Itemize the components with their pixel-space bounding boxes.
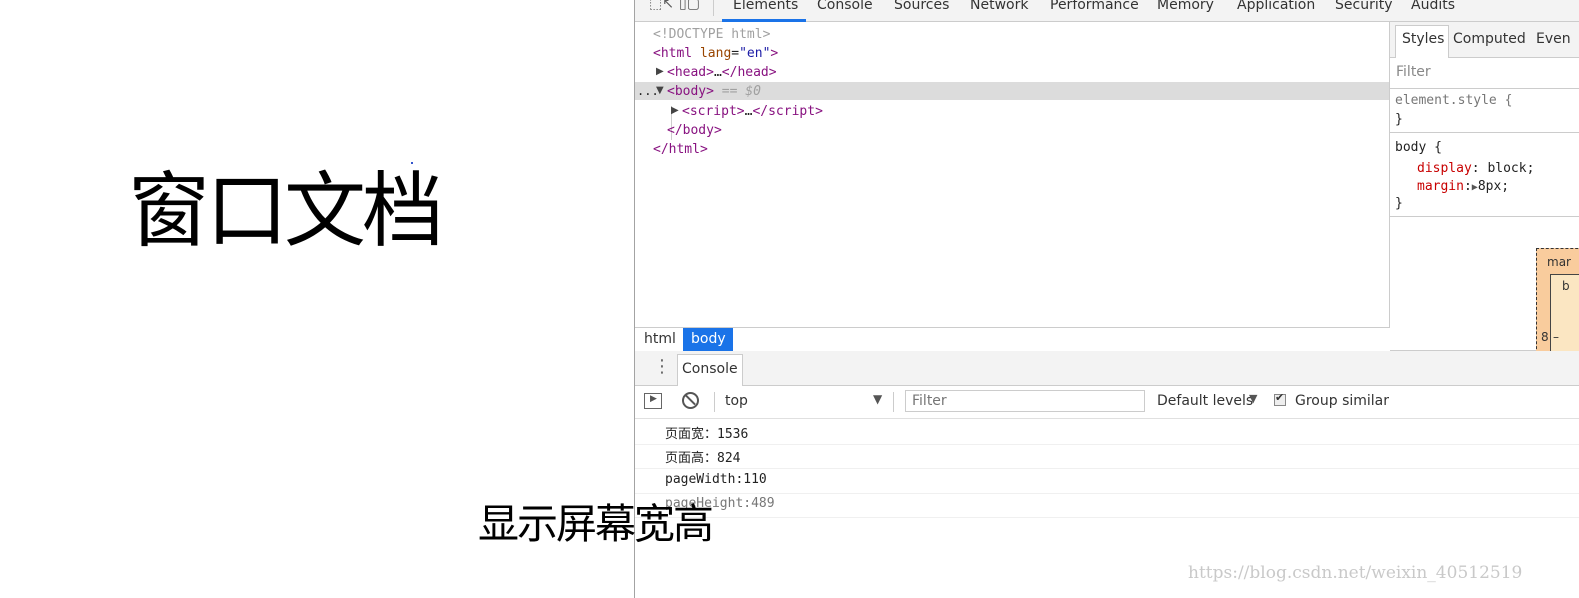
toolbar-divider	[713, 0, 714, 16]
device-toolbar-icon[interactable]: ▯▢	[679, 0, 700, 11]
margin-prop-value: 8px;	[1477, 179, 1510, 194]
console-message-text: 页面高：824	[665, 451, 741, 466]
element-style-close: }	[1395, 112, 1403, 127]
console-toolbar: ▶ top ▼ Default levels ▼ ✔ Group similar	[635, 386, 1579, 419]
crumb-html[interactable]: html	[644, 331, 676, 347]
body-close-node[interactable]: </body>	[667, 121, 722, 140]
checkmark-icon: ✔	[1275, 391, 1285, 404]
console-message: pageWidth:110	[635, 469, 1579, 494]
tab-console[interactable]: Console	[817, 0, 873, 15]
devtools-panel: ⬚↖ ▯▢ Elements Console Sources Network P…	[634, 0, 1579, 598]
script-node[interactable]: <script>…</script>	[682, 102, 823, 121]
element-style-selector[interactable]: element.style {	[1395, 91, 1512, 110]
box-model-dash: –	[1553, 330, 1559, 344]
tab-performance[interactable]: Performance	[1050, 0, 1139, 15]
head-ellipsis: …	[713, 65, 722, 80]
console-message-text: pageWidth:110	[665, 472, 767, 487]
elements-tree: <!DOCTYPE html> <html lang="en"> ▶ <head…	[635, 22, 1390, 328]
tab-event-listeners[interactable]: Even	[1536, 31, 1571, 47]
page-caption: 显示屏幕宽高	[478, 500, 714, 548]
body-tag-name: body	[674, 84, 707, 99]
html-node[interactable]: <html lang="en">	[653, 44, 778, 63]
tab-audits[interactable]: Audits	[1411, 0, 1455, 15]
html-attr-name: lang	[699, 46, 732, 61]
tab-security[interactable]: Security	[1335, 0, 1393, 15]
rule-divider	[1390, 132, 1579, 133]
styles-tabbar: Styles Computed Even	[1390, 22, 1579, 58]
group-similar-label[interactable]: Group similar	[1295, 393, 1389, 409]
body-node[interactable]: <body> == $0	[667, 82, 761, 101]
display-prop-name: display	[1417, 161, 1472, 176]
cursor-dot	[411, 162, 413, 164]
collapse-triangle-icon[interactable]: ▼	[656, 85, 664, 96]
tab-memory[interactable]: Memory	[1157, 0, 1214, 15]
context-selector[interactable]: top	[725, 393, 748, 409]
console-message: 页面宽：1536	[635, 420, 1579, 445]
drawer-tabbar: ⋮ Console	[635, 351, 1579, 386]
filter-divider	[1390, 88, 1579, 89]
box-model-margin-label: mar	[1547, 255, 1571, 269]
more-menu-icon[interactable]: ⋮	[653, 357, 671, 377]
crumb-body[interactable]: body	[691, 331, 726, 347]
display-declaration[interactable]: display: block;	[1417, 159, 1534, 178]
chevron-down-icon[interactable]: ▼	[1249, 392, 1257, 405]
expand-triangle-icon[interactable]: ▶	[656, 66, 664, 77]
chevron-down-icon[interactable]: ▼	[873, 392, 882, 406]
breadcrumb: html body	[635, 327, 1389, 352]
head-tag-name: head	[674, 65, 707, 80]
tab-styles[interactable]: Styles	[1402, 31, 1444, 47]
selected-marker: == $0	[721, 84, 761, 99]
sidebar-play-icon: ▶	[650, 394, 657, 404]
console-message: pageHeight:489	[635, 493, 1579, 518]
head-close-tag: head	[737, 65, 769, 80]
tab-computed[interactable]: Computed	[1453, 31, 1526, 47]
tab-application[interactable]: Application	[1237, 0, 1315, 15]
tab-elements[interactable]: Elements	[733, 0, 798, 15]
console-message-text: 页面宽：1536	[665, 427, 749, 442]
console-filter-input[interactable]	[905, 390, 1145, 412]
tab-network[interactable]: Network	[970, 0, 1028, 15]
doctype-node[interactable]: <!DOCTYPE html>	[653, 25, 770, 44]
page-heading: 窗口文档	[128, 164, 444, 259]
margin-prop-name: margin	[1417, 179, 1464, 194]
box-model-border-label: b	[1562, 279, 1570, 293]
console-message: 页面高：824	[635, 444, 1579, 469]
script-tag-name: script	[689, 104, 737, 119]
toolbar-divider	[893, 392, 894, 412]
html-close-node[interactable]: </html>	[653, 140, 708, 159]
toolbar-divider	[714, 392, 715, 412]
display-prop-value: block;	[1487, 161, 1535, 176]
expand-triangle-icon[interactable]: ▶	[671, 105, 679, 116]
head-node[interactable]: <head>…</head>	[667, 63, 777, 82]
html-tag-name: html	[660, 46, 693, 61]
drawer-tab-console[interactable]: Console	[682, 361, 738, 377]
html-attr-value: "en"	[739, 46, 771, 61]
styles-pane: Styles Computed Even Filter element.styl…	[1390, 22, 1579, 356]
box-model-margin-value[interactable]: 8	[1541, 330, 1549, 344]
devtools-toolbar: ⬚↖ ▯▢ Elements Console Sources Network P…	[635, 0, 1579, 22]
body-rule-selector[interactable]: body {	[1395, 138, 1442, 157]
body-rule-close: }	[1395, 196, 1403, 211]
script-close-tag: script	[768, 104, 816, 119]
tab-sources[interactable]: Sources	[894, 0, 949, 15]
rule-divider	[1390, 216, 1579, 217]
styles-filter-input[interactable]: Filter	[1396, 64, 1431, 80]
margin-declaration[interactable]: margin:▶8px;	[1417, 177, 1509, 197]
inspect-element-icon[interactable]: ⬚↖	[649, 0, 674, 11]
log-levels-dropdown[interactable]: Default levels	[1157, 393, 1253, 409]
watermark: https://blog.csdn.net/weixin_40512519	[1188, 563, 1523, 583]
